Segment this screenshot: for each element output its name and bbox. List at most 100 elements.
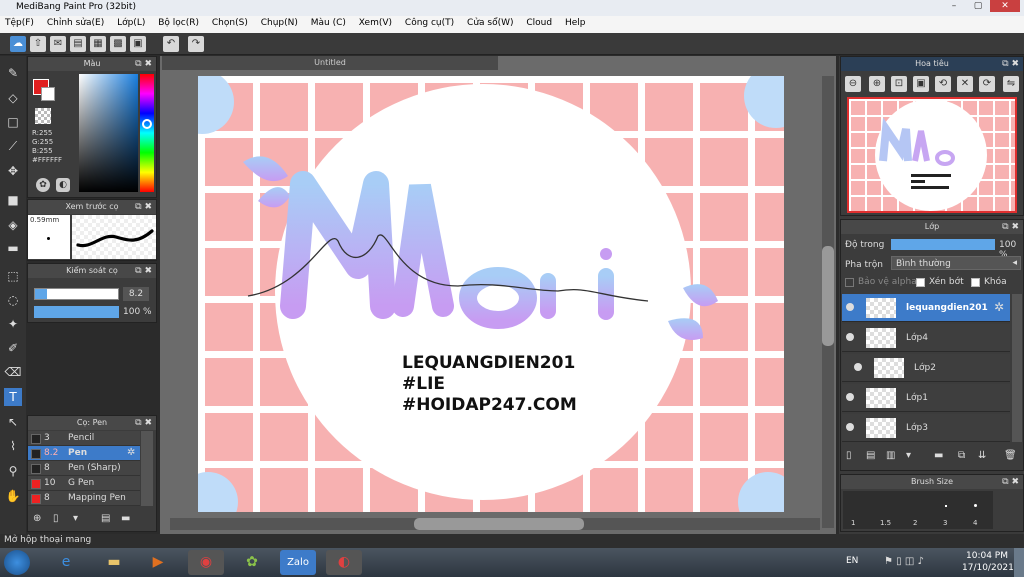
brush-settings-icon[interactable]: ▤ xyxy=(101,513,110,524)
operation-tool-icon[interactable]: ↖ xyxy=(4,413,22,431)
brush-size-4[interactable]: 4 xyxy=(973,519,977,527)
layer-scrollbar[interactable] xyxy=(1012,294,1022,442)
brush-item-pen[interactable]: 8.2 Pen ✲ xyxy=(28,446,140,461)
maximize-button[interactable]: ▢ xyxy=(968,0,988,12)
grid-icon[interactable]: ▩ xyxy=(110,36,126,52)
undo-icon[interactable]: ↶ xyxy=(163,36,179,52)
rotate-left-icon[interactable]: ⟲ xyxy=(935,76,951,92)
brush-item-pen-sharp[interactable]: 8 Pen (Sharp) xyxy=(28,461,140,476)
visibility-icon[interactable] xyxy=(846,423,854,431)
merge-layer-icon[interactable]: ⇊ xyxy=(978,450,986,461)
visibility-icon[interactable] xyxy=(846,393,854,401)
bucket-tool-icon[interactable]: ◈ xyxy=(4,216,22,234)
transparent-swatch[interactable] xyxy=(35,108,51,124)
magic-wand-icon[interactable]: ✦ xyxy=(4,315,22,333)
trash-icon[interactable]: 🗑 xyxy=(1004,450,1017,461)
protect-alpha-checkbox[interactable] xyxy=(845,278,854,287)
explorer-icon[interactable]: ▬ xyxy=(96,550,132,575)
palette-icon[interactable]: ✿ xyxy=(36,178,50,192)
show-desktop-button[interactable] xyxy=(1014,548,1024,577)
navigator-thumbnail[interactable] xyxy=(847,97,1017,213)
layout-icon[interactable]: ▣ xyxy=(130,36,146,52)
share-icon[interactable]: ⇧ xyxy=(30,36,46,52)
folder-icon[interactable]: ▬ xyxy=(934,450,943,461)
brush-item-g-pen[interactable]: 10 G Pen xyxy=(28,476,140,491)
clipping-checkbox[interactable] xyxy=(916,278,925,287)
menu-color[interactable]: Màu (C) xyxy=(306,16,351,30)
layer-opacity-slider[interactable] xyxy=(891,239,995,250)
dropper-tool-icon[interactable]: ⌇ xyxy=(4,437,22,455)
new-8bit-layer-icon[interactable]: ▥ xyxy=(886,450,895,461)
zalo-icon[interactable]: Zalo xyxy=(280,550,316,575)
color-swap-icon[interactable]: ◐ xyxy=(56,178,70,192)
layer-menu-icon[interactable]: ▾ xyxy=(906,450,911,461)
layer-row[interactable]: Lớp1 xyxy=(842,384,1010,412)
menu-view[interactable]: Xem(V) xyxy=(354,16,397,30)
gear-icon[interactable]: ✲ xyxy=(127,447,135,458)
document-icon[interactable]: ▤ xyxy=(70,36,86,52)
close-button[interactable]: ✕ xyxy=(990,0,1020,12)
brush-item-pencil[interactable]: 3 Pencil xyxy=(28,431,140,446)
flip-icon[interactable]: ⇋ xyxy=(1003,76,1019,92)
select-eraser-icon[interactable]: ⌫ xyxy=(4,363,22,381)
brush-size-3[interactable]: 3 xyxy=(943,519,947,527)
rectangle-tool-icon[interactable]: □ xyxy=(4,113,22,131)
cloud-icon[interactable]: ☁ xyxy=(10,36,26,52)
brush-size-value[interactable]: 8.2 xyxy=(123,287,149,301)
lasso-tool-icon[interactable]: ◌ xyxy=(4,291,22,309)
medibang-icon[interactable]: ◐ xyxy=(326,550,362,575)
brush-menu-icon[interactable]: ▾ xyxy=(73,513,78,524)
menu-edit[interactable]: Chỉnh sửa(E) xyxy=(42,16,109,30)
duplicate-layer-icon[interactable]: ⧉ xyxy=(958,450,965,461)
blend-mode-select[interactable]: Bình thường ◂ xyxy=(891,256,1021,270)
select-pen-icon[interactable]: ✐ xyxy=(4,339,22,357)
visibility-icon[interactable] xyxy=(846,333,854,341)
zoom-in-icon[interactable]: ⊕ xyxy=(869,76,885,92)
gear-icon[interactable]: ✲ xyxy=(994,300,1004,314)
brush-size-2[interactable]: 2 xyxy=(913,519,917,527)
actual-size-icon[interactable]: ▣ xyxy=(913,76,929,92)
vertical-scroll-thumb[interactable] xyxy=(822,246,834,346)
comment-icon[interactable]: ✉ xyxy=(50,36,66,52)
hand-tool-icon[interactable]: ✋ xyxy=(4,487,22,505)
eraser-tool-icon[interactable]: ◇ xyxy=(4,89,22,107)
horizontal-scrollbar[interactable] xyxy=(170,518,820,530)
layer-row[interactable]: Lớp4 xyxy=(842,324,1010,352)
menu-cloud[interactable]: Cloud xyxy=(521,16,557,30)
brush-add-icon[interactable]: ⊕ xyxy=(33,513,41,524)
gradient-tool-icon[interactable]: ▬ xyxy=(4,239,22,257)
zoom-out-icon[interactable]: ⊖ xyxy=(845,76,861,92)
tray-icons[interactable]: ⚑ ▯ ◫ ♪ xyxy=(884,556,924,567)
clock-date[interactable]: 17/10/2021 xyxy=(962,563,1014,573)
brush-tool-icon[interactable]: ✎ xyxy=(4,64,22,82)
chrome-icon[interactable]: ◉ xyxy=(188,550,224,575)
fit-icon[interactable]: ⊡ xyxy=(891,76,907,92)
saturation-picker[interactable] xyxy=(79,74,138,192)
move-tool-icon[interactable]: ✥ xyxy=(4,162,22,180)
document-tab[interactable]: Untitled xyxy=(162,56,498,70)
hue-handle[interactable] xyxy=(142,119,152,129)
lock-checkbox[interactable] xyxy=(971,278,980,287)
ie-icon[interactable]: e xyxy=(48,550,84,575)
menu-help[interactable]: Help xyxy=(560,16,591,30)
menu-select[interactable]: Chọn(S) xyxy=(207,16,253,30)
start-button[interactable] xyxy=(4,550,30,575)
brush-size-slider[interactable] xyxy=(34,288,119,300)
select-rect-icon[interactable]: ⬚ xyxy=(4,267,22,285)
menu-filter[interactable]: Bộ lọc(R) xyxy=(153,16,204,30)
visibility-icon[interactable] xyxy=(854,363,862,371)
brush-opacity-slider[interactable] xyxy=(34,306,119,318)
reset-rotate-icon[interactable]: ✕ xyxy=(957,76,973,92)
brush-folder-icon[interactable]: ▬ xyxy=(121,513,130,524)
pen-tool-icon[interactable]: ⟋ xyxy=(4,137,22,155)
clock-time[interactable]: 10:04 PM xyxy=(966,551,1008,561)
rotate-right-icon[interactable]: ⟳ xyxy=(979,76,995,92)
menu-layer[interactable]: Lớp(L) xyxy=(112,16,150,30)
new-layer-icon[interactable]: ▯ xyxy=(846,450,852,461)
new-halftone-layer-icon[interactable]: ▤ xyxy=(866,450,875,461)
menu-tools[interactable]: Công cụ(T) xyxy=(400,16,459,30)
brush-list-scrollbar[interactable] xyxy=(141,431,153,506)
vertical-scrollbar[interactable] xyxy=(822,76,834,528)
eyedropper-icon[interactable]: ⚲ xyxy=(4,462,22,480)
menu-file[interactable]: Tệp(F) xyxy=(0,16,39,30)
